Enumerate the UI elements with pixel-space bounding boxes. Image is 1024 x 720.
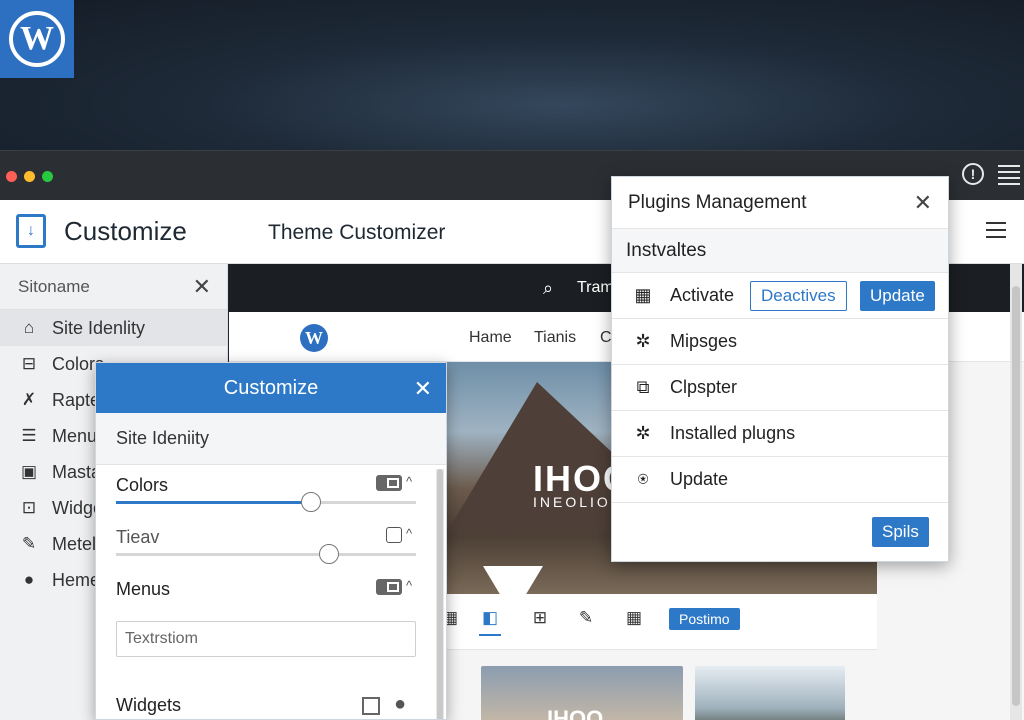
customize-clipboard-icon: ↓: [16, 214, 46, 248]
users-icon: ●: [23, 570, 35, 589]
plugin-row-installed[interactable]: ✲ Installed plugns: [612, 411, 948, 457]
sidebar-item-label: Rapte: [52, 389, 101, 410]
toggle-icon[interactable]: [376, 579, 402, 595]
gear-icon: ✲: [635, 331, 651, 351]
plugins-panel: Plugins Management ✕ Instvaltes ▦ Activa…: [611, 176, 949, 562]
sidebar-item-label: Metel: [52, 533, 97, 554]
sidebar-item-label: Menu: [52, 425, 98, 446]
text-input[interactable]: Textrstiom: [116, 621, 416, 657]
wordpress-badge[interactable]: W: [0, 0, 74, 78]
copy-icon: ⧉: [636, 377, 650, 397]
desktop-background: [0, 0, 1024, 150]
edit-icon: ✎: [21, 534, 37, 553]
chevron-up-icon[interactable]: ^: [406, 474, 412, 489]
hamburger-menu-icon[interactable]: [986, 222, 1006, 238]
page-subtitle: Theme Customizer: [268, 221, 446, 244]
slider-knob[interactable]: [319, 544, 339, 564]
sidebar-item-label: Site Idenlity: [52, 317, 146, 338]
image-icon: ▣: [20, 462, 38, 481]
thumbnail-1[interactable]: IHOO: [481, 666, 683, 720]
tieav-label: Tieav: [116, 527, 160, 547]
widget-icon: ⊡: [21, 498, 37, 517]
colors-row: Colors ^: [96, 465, 446, 517]
customize-panel-header: Customize ✕: [96, 363, 446, 413]
grid-icon: ▦: [634, 285, 652, 305]
menu-icon: ☰: [21, 426, 37, 445]
plugin-row-mipsges[interactable]: ✲ Mipsges: [612, 319, 948, 365]
close-icon[interactable]: ✕: [914, 190, 932, 216]
grid-icon[interactable]: ▦: [623, 608, 645, 630]
plugin-label: Clpspter: [670, 377, 738, 397]
wordpress-logo-icon[interactable]: W: [300, 324, 328, 352]
checkbox[interactable]: [386, 527, 402, 543]
widgets-label: Widgets: [116, 695, 182, 715]
position-button[interactable]: Postimo: [669, 608, 740, 630]
menus-label: Menus: [116, 579, 171, 599]
plugins-section: Instvaltes: [612, 229, 948, 273]
plugins-panel-title: Plugins Management: [628, 191, 807, 213]
customize-section-site-identity[interactable]: Site Ideniity: [96, 413, 446, 465]
tieav-slider[interactable]: [116, 544, 416, 564]
lock-icon: ⊟: [21, 354, 37, 373]
chevron-up-icon[interactable]: ^: [406, 526, 412, 541]
plugin-row-clpspter[interactable]: ⧉ Clpspter: [612, 365, 948, 411]
sidebar-header: Sitoname ✕: [0, 264, 227, 310]
browser-menu-icon[interactable]: [998, 165, 1020, 185]
nav-link-home[interactable]: Hame: [469, 329, 512, 347]
minimize-window-dot[interactable]: [24, 171, 35, 182]
plugin-label: Mipsges: [670, 331, 738, 351]
section-label: Site Ideniity: [116, 428, 210, 448]
menus-row: Menus ^: [96, 569, 446, 621]
plugin-label: Activate: [670, 285, 735, 305]
deactivate-button[interactable]: Deactives: [750, 281, 847, 311]
nav-link-tianis[interactable]: Tianis: [534, 329, 576, 347]
panel-scrollbar[interactable]: [436, 469, 444, 719]
sidebar-item-label: Masta: [52, 461, 102, 482]
page-title: Customize: [64, 216, 187, 246]
tieav-row: Tieav ^: [96, 517, 446, 569]
plugins-panel-header: Plugins Management ✕: [612, 177, 948, 229]
sidebar-item-label: Heme: [52, 569, 101, 590]
colors-slider[interactable]: [116, 492, 416, 512]
search-icon[interactable]: ⌕: [543, 278, 553, 299]
info-icon[interactable]: !: [962, 163, 984, 185]
wordpress-logo-icon: W: [9, 11, 65, 67]
chevron-up-icon[interactable]: ^: [406, 578, 412, 593]
close-window-dot[interactable]: [6, 171, 17, 182]
customize-panel: Customize ✕ Site Ideniity Colors ^ Tieav…: [95, 362, 447, 720]
plugin-row-update[interactable]: ⍟ Update: [612, 457, 948, 503]
pointer-arrow: [483, 566, 543, 616]
preview-scrollbar[interactable]: [1010, 264, 1022, 720]
plugin-label: Installed plugns: [670, 423, 796, 443]
store-icon: ⌂: [23, 318, 35, 337]
spils-button[interactable]: Spils: [872, 517, 929, 547]
plugin-label: Update: [670, 469, 729, 489]
thumbnail-text: IHOO: [547, 706, 604, 720]
sidebar-header-label: Sitoname: [18, 276, 90, 296]
close-icon[interactable]: ✕: [414, 376, 432, 402]
tool-icon: ✗: [21, 390, 37, 409]
update-button[interactable]: Update: [860, 281, 935, 311]
maximize-window-dot[interactable]: [42, 171, 53, 182]
widget-box-icon[interactable]: [362, 697, 380, 715]
toggle-icon[interactable]: [376, 475, 402, 491]
user-icon[interactable]: ●: [394, 693, 406, 716]
slider-knob[interactable]: [301, 492, 321, 512]
plugin-row-activate[interactable]: ▦ Activate Deactives Update: [612, 273, 948, 319]
preview-search-text[interactable]: Tram: [577, 279, 614, 297]
colors-label: Colors: [116, 475, 169, 495]
edit-icon[interactable]: ✎: [575, 608, 597, 630]
nav-link-c[interactable]: C: [600, 329, 612, 347]
section-label: Instvaltes: [626, 239, 707, 261]
sidebar-item-site-identity[interactable]: ⌂ Site Idenlity: [0, 310, 227, 346]
close-icon[interactable]: ✕: [193, 274, 211, 300]
thumbnail-2[interactable]: [695, 666, 845, 720]
cog-icon: ✲: [635, 423, 651, 443]
customize-panel-title: Customize: [223, 376, 319, 399]
award-icon: ⍟: [637, 469, 649, 489]
